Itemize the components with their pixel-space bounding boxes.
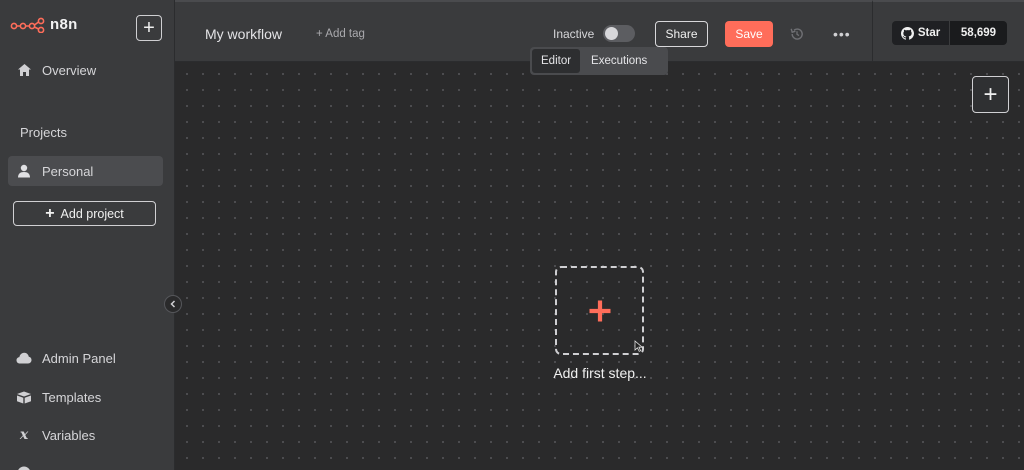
sidebar-item-help[interactable]	[8, 458, 163, 470]
sidebar-item-templates[interactable]: Templates	[8, 382, 163, 412]
tab-executions[interactable]: Executions	[582, 49, 656, 73]
github-area: Star 58,699	[872, 0, 1024, 62]
n8n-logo-icon	[10, 17, 45, 33]
sidebar-item-variables[interactable]: x Variables	[8, 420, 163, 450]
workflow-canvas[interactable]: + Add first step...	[175, 62, 1024, 470]
variable-icon: x	[19, 427, 29, 443]
collapse-sidebar-button[interactable]	[164, 295, 182, 313]
help-icon	[16, 465, 32, 470]
open-nodes-panel-button[interactable]: +	[972, 76, 1009, 113]
sidebar-item-label: Templates	[42, 389, 102, 405]
view-tabs: Editor Executions	[530, 47, 668, 75]
sidebar: n8n + Overview Projects Personal + Add p…	[0, 0, 175, 470]
n8n-logo[interactable]: n8n	[10, 16, 78, 33]
workflow-header: My workflow + Add tag Inactive Share Sav…	[175, 0, 872, 62]
sidebar-item-label: Overview	[42, 62, 97, 78]
user-icon	[16, 163, 32, 179]
github-icon	[900, 26, 914, 40]
workflow-name[interactable]: My workflow	[205, 26, 282, 42]
github-star-label: Star	[917, 27, 941, 39]
add-tag-link[interactable]: + Add tag	[316, 28, 365, 40]
more-options-icon[interactable]: •••	[833, 27, 850, 43]
workflow-status-label: Inactive	[553, 27, 595, 41]
sidebar-item-label: Variables	[42, 427, 96, 443]
add-first-step-label: Add first step...	[553, 365, 647, 381]
plus-icon	[589, 300, 610, 321]
plus-icon: +	[983, 80, 998, 108]
sidebar-item-overview[interactable]: Overview	[8, 55, 163, 85]
projects-heading: Projects	[20, 125, 67, 140]
cloud-icon	[16, 350, 32, 366]
history-icon[interactable]	[789, 26, 805, 42]
active-toggle[interactable]	[603, 25, 635, 42]
sidebar-item-admin-panel[interactable]: Admin Panel	[8, 343, 163, 373]
github-star-count[interactable]: 58,699	[950, 21, 1007, 45]
sidebar-item-personal[interactable]: Personal	[8, 156, 163, 186]
save-button[interactable]: Save	[725, 21, 773, 47]
plus-icon: +	[45, 204, 55, 222]
plus-icon: +	[143, 17, 155, 39]
logo-text: n8n	[50, 16, 78, 33]
mouse-cursor-icon	[634, 340, 644, 352]
toggle-knob	[605, 27, 618, 40]
create-new-button[interactable]: +	[136, 15, 162, 41]
github-star-button[interactable]: Star	[892, 21, 949, 45]
home-icon	[16, 62, 32, 78]
box-icon	[16, 389, 32, 405]
sidebar-item-label: Personal	[42, 163, 94, 179]
sidebar-item-label: Admin Panel	[42, 350, 116, 366]
tab-editor[interactable]: Editor	[532, 49, 581, 73]
share-button[interactable]: Share	[655, 21, 708, 47]
add-project-button[interactable]: + Add project	[13, 201, 156, 226]
chevron-left-icon	[170, 300, 176, 308]
add-project-label: Add project	[60, 206, 124, 221]
add-first-step-button[interactable]	[555, 266, 644, 355]
